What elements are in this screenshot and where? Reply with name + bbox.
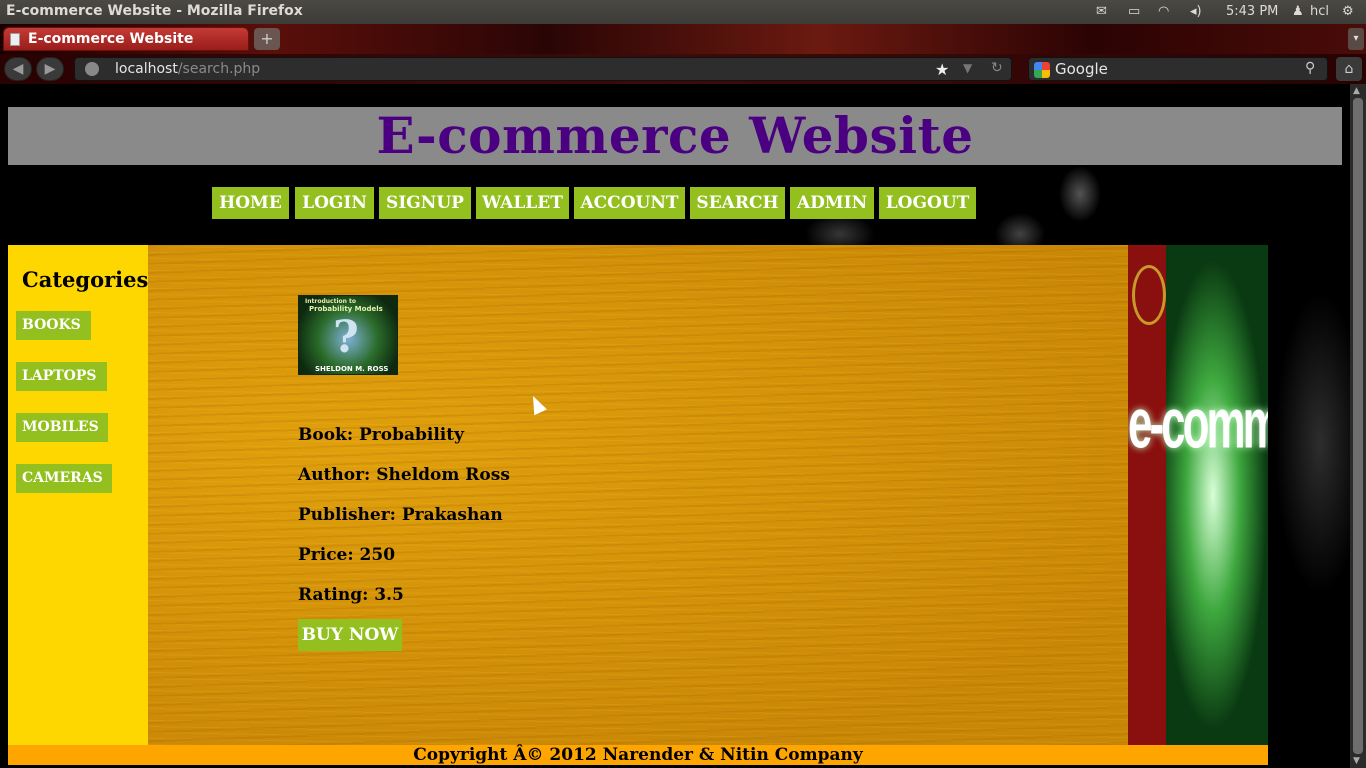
user-icon[interactable]: ♟ <box>1292 4 1304 19</box>
new-tab-button[interactable]: + <box>254 28 280 50</box>
search-input[interactable]: Google ⚲ <box>1028 57 1328 81</box>
page-viewport: E-commerce Website HOME LOGIN SIGNUP WAL… <box>0 84 1350 768</box>
search-placeholder: Google <box>1055 60 1108 78</box>
nav-login[interactable]: LOGIN <box>295 187 374 219</box>
home-icon[interactable]: ⌂ <box>1336 57 1362 81</box>
nav-home[interactable]: HOME <box>212 187 289 219</box>
battery-icon[interactable]: ▭ <box>1128 4 1140 19</box>
page-icon <box>10 33 20 46</box>
vertical-scrollbar[interactable]: ▲ ▼ <box>1350 84 1366 768</box>
navigation-toolbar: ◀ ▶ localhost/search.php ★ ▼ ↻ Google ⚲ … <box>0 54 1366 84</box>
nav-logout[interactable]: LOGOUT <box>879 187 976 219</box>
category-cameras[interactable]: CAMERAS <box>16 464 112 493</box>
categories-heading: Categories <box>22 267 149 292</box>
wifi-icon[interactable]: ◠ <box>1158 4 1169 19</box>
clock[interactable]: 5:43 PM <box>1226 4 1278 19</box>
nav-admin[interactable]: ADMIN <box>790 187 874 219</box>
google-icon[interactable] <box>1034 62 1050 78</box>
star-icon[interactable]: ★ <box>935 60 949 79</box>
user-name[interactable]: hcl <box>1310 4 1329 19</box>
book-price: Price: 250 <box>298 545 396 565</box>
category-books[interactable]: BOOKS <box>16 311 91 340</box>
volume-icon[interactable]: ◂) <box>1190 4 1202 19</box>
chevron-down-icon[interactable]: ▼ <box>963 61 972 75</box>
banner-ornament <box>1132 265 1166 325</box>
back-icon[interactable]: ◀ <box>4 57 32 81</box>
tab-list-button[interactable]: ▾ <box>1348 28 1364 50</box>
mail-icon[interactable]: ✉ <box>1096 4 1107 19</box>
book-rating: Rating: 3.5 <box>298 585 404 605</box>
scroll-up-icon[interactable]: ▲ <box>1353 86 1360 96</box>
book-publisher: Publisher: Prakashan <box>298 505 503 525</box>
footer-copyright: Copyright Â© 2012 Narender & Nitin Compa… <box>8 745 1268 765</box>
banner-text: e-commerce <box>1128 385 1268 464</box>
url-host: localhost <box>115 61 178 77</box>
forward-icon[interactable]: ▶ <box>36 57 64 81</box>
book-cover-subtitle: Introduction to <box>305 298 356 305</box>
tab-ecommerce[interactable]: E-commerce Website <box>3 27 249 51</box>
book-author: Author: Sheldom Ross <box>298 465 510 485</box>
book-cover-image[interactable]: Introduction to Probability Models ? SHE… <box>298 295 398 375</box>
question-mark-graphic: ? <box>333 312 359 363</box>
search-results: Introduction to Probability Models ? SHE… <box>148 245 1128 745</box>
nav-wallet[interactable]: WALLET <box>476 187 569 219</box>
globe-icon <box>85 62 99 76</box>
gear-icon[interactable]: ⚙ <box>1342 4 1354 19</box>
nav-signup[interactable]: SIGNUP <box>379 187 471 219</box>
ecommerce-banner-image: e-commerce <box>1128 245 1268 745</box>
search-icon[interactable]: ⚲ <box>1305 60 1315 76</box>
url-bar[interactable]: localhost/search.php ★ ▼ ↻ <box>74 57 1012 81</box>
category-mobiles[interactable]: MOBILES <box>16 413 108 442</box>
book-cover-author: SHELDON M. ROSS <box>315 365 389 373</box>
tab-title: E-commerce Website <box>28 31 194 47</box>
category-laptops[interactable]: LAPTOPS <box>16 362 107 391</box>
categories-sidebar: Categories BOOKS LAPTOPS MOBILES CAMERAS <box>8 245 148 745</box>
url-text: localhost/search.php <box>115 61 260 77</box>
buy-now-button[interactable]: BUY NOW <box>298 619 402 651</box>
reload-icon[interactable]: ↻ <box>991 60 1003 76</box>
tab-strip: E-commerce Website + ▾ <box>0 24 1366 54</box>
url-path: /search.php <box>177 61 261 77</box>
scroll-down-icon[interactable]: ▼ <box>1353 756 1360 766</box>
os-top-panel: E-commerce Website - Mozilla Firefox ✉ ▭… <box>0 0 1366 24</box>
nav-search[interactable]: SEARCH <box>690 187 785 219</box>
book-name: Book: Probability <box>298 425 464 445</box>
site-header: E-commerce Website <box>8 107 1342 165</box>
window-title: E-commerce Website - Mozilla Firefox <box>6 3 303 19</box>
scroll-thumb[interactable] <box>1353 98 1363 754</box>
nav-account[interactable]: ACCOUNT <box>574 187 685 219</box>
site-title: E-commerce Website <box>376 106 974 165</box>
